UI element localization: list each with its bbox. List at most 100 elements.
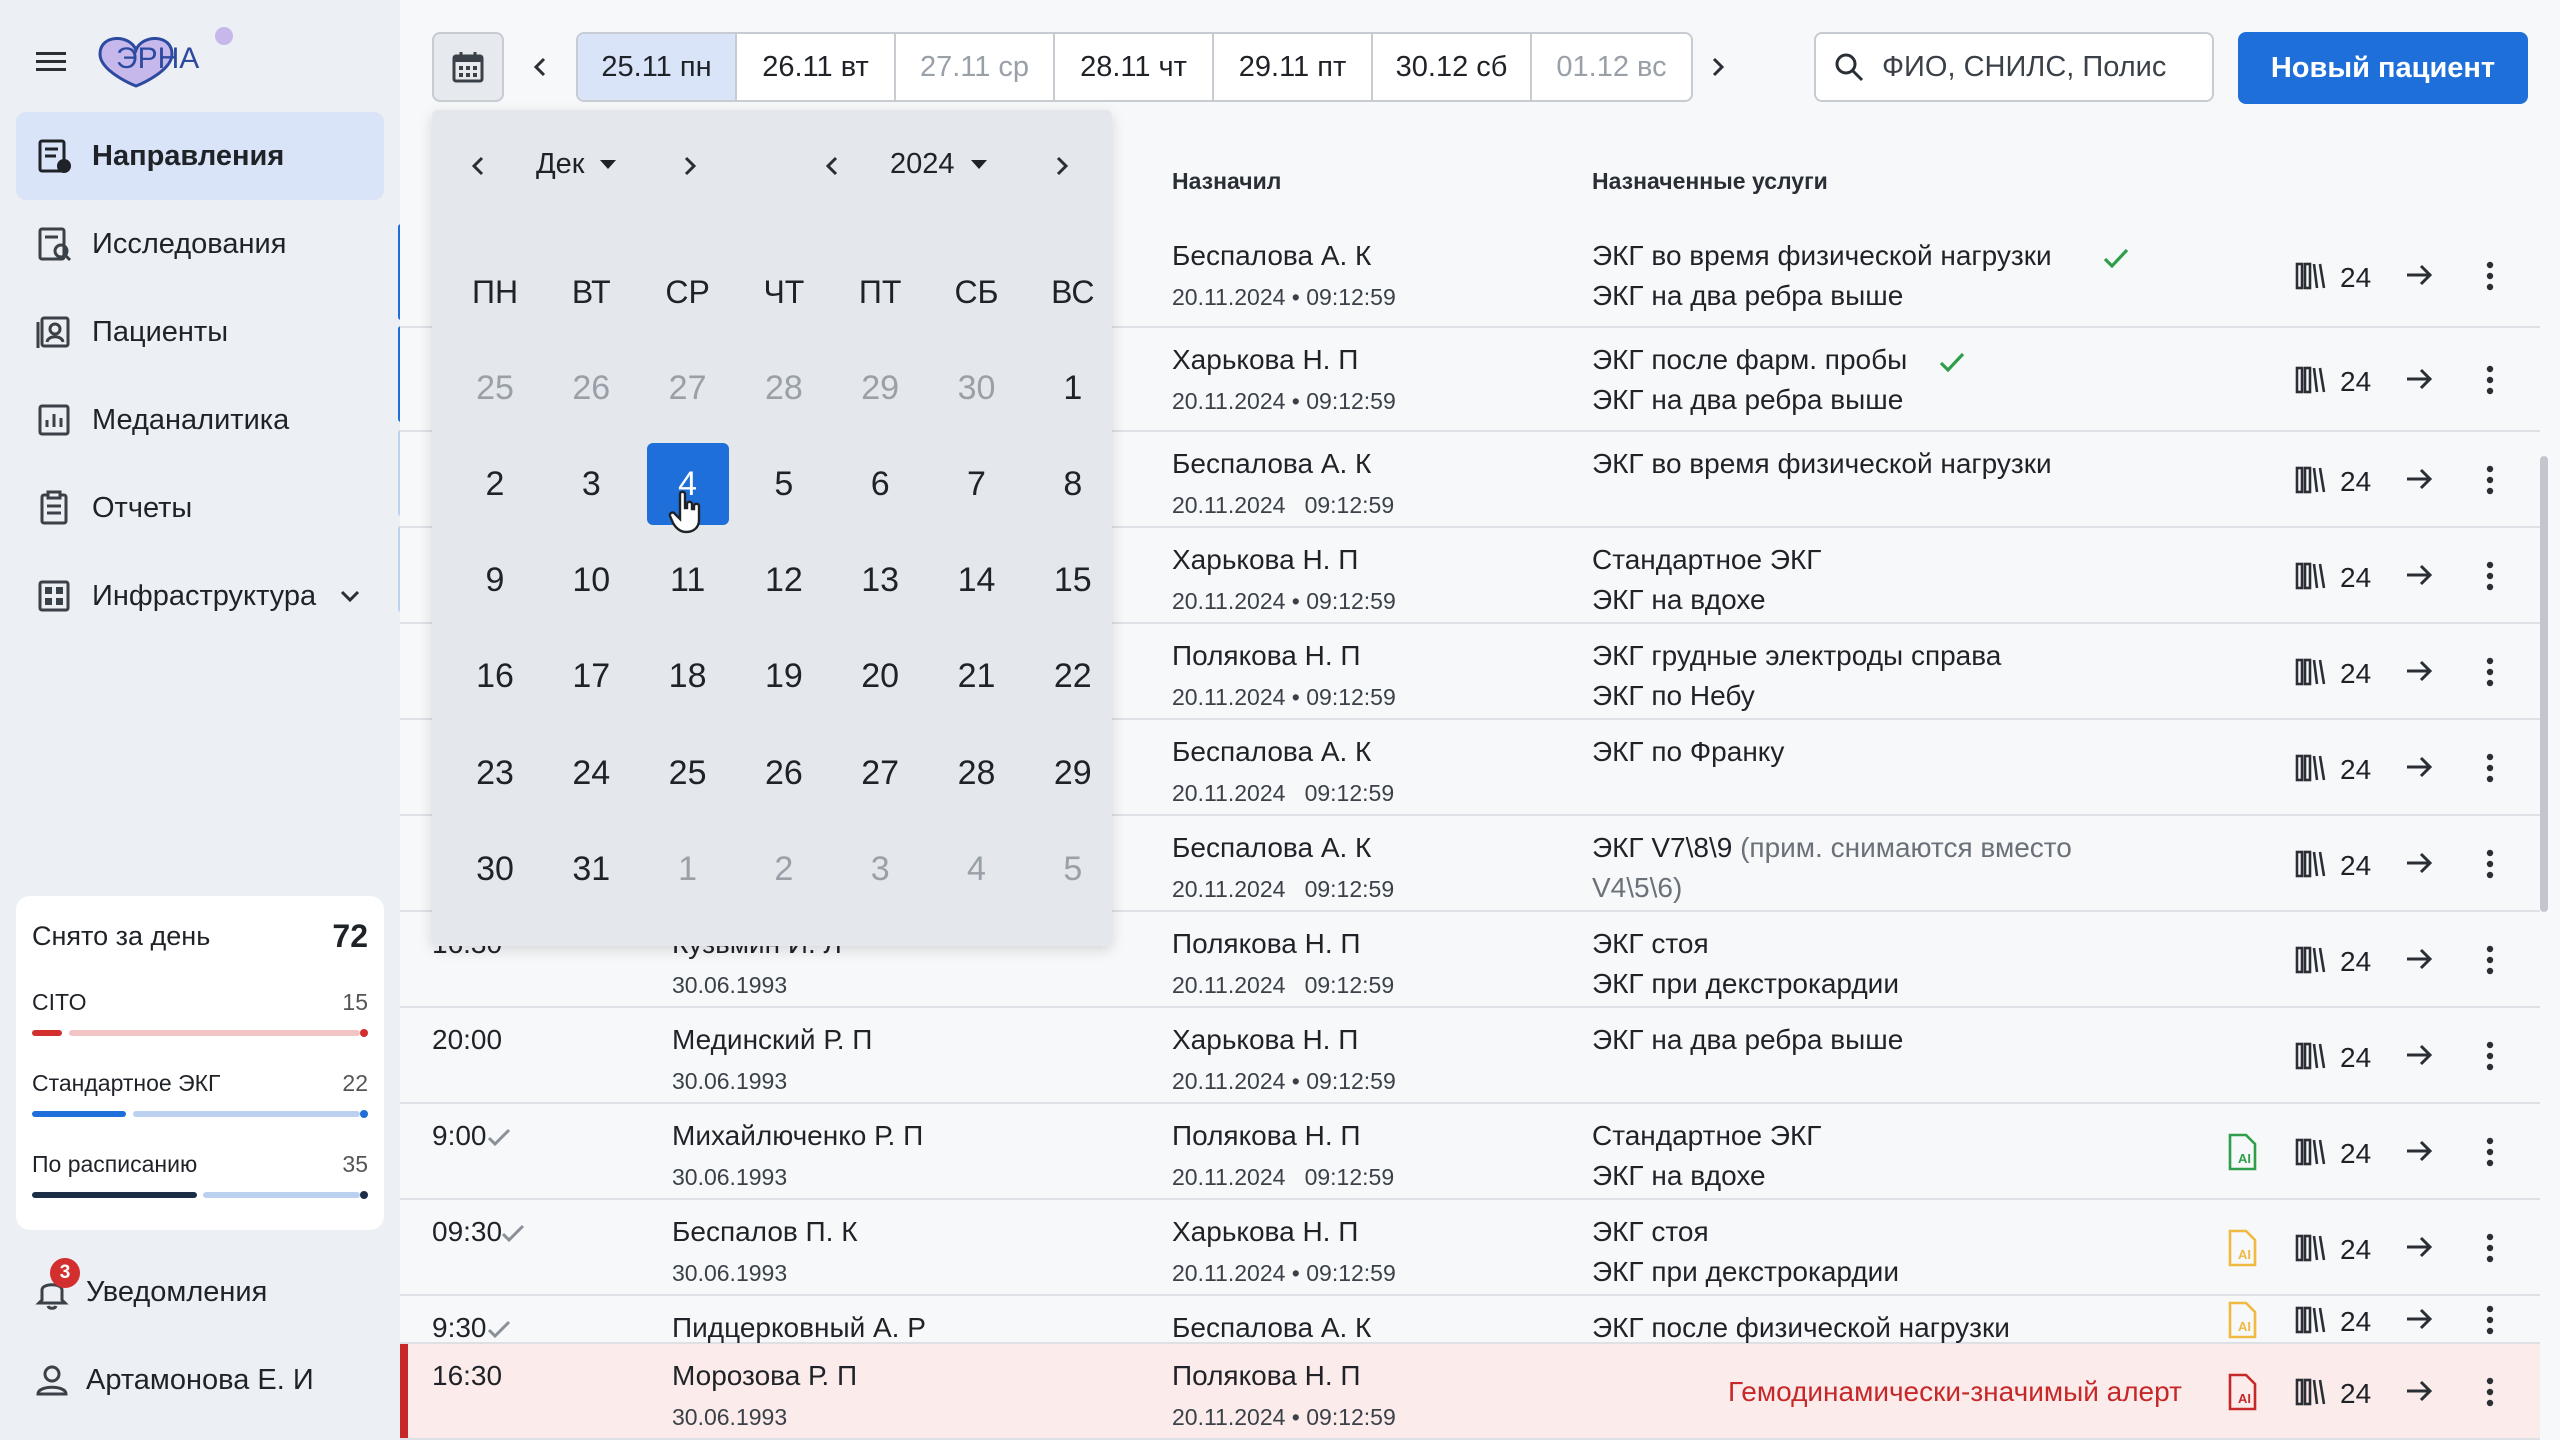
calendar-day[interactable]: 10: [550, 540, 632, 622]
calendar-day[interactable]: 3: [839, 829, 921, 911]
day-tab[interactable]: 27.11 ср: [896, 34, 1055, 100]
month-select[interactable]: Дек: [536, 148, 617, 181]
sidebar-item-analytics[interactable]: Меданалитика: [16, 376, 384, 464]
day-tab[interactable]: 26.11 вт: [737, 34, 896, 100]
more-actions-icon[interactable]: [2484, 654, 2496, 690]
row-patient-name[interactable]: Пидцерковный А. Р: [672, 1312, 926, 1344]
calendar-day[interactable]: 27: [647, 347, 729, 429]
day-tab[interactable]: 30.12 сб: [1373, 34, 1532, 100]
notifications-item[interactable]: 3 Уведомления: [32, 1258, 267, 1312]
calendar-day[interactable]: 16: [454, 636, 536, 718]
calendar-day[interactable]: 21: [936, 636, 1018, 718]
calendar-day[interactable]: 19: [743, 636, 825, 718]
more-actions-icon[interactable]: [2484, 258, 2496, 294]
more-actions-icon[interactable]: [2484, 1374, 2496, 1410]
open-arrow-icon[interactable]: [2402, 258, 2436, 292]
calendar-day[interactable]: 28: [743, 347, 825, 429]
calendar-day[interactable]: 2: [454, 443, 536, 525]
row-patient-name[interactable]: Морозова Р. П: [672, 1360, 857, 1392]
open-arrow-icon[interactable]: [2402, 942, 2436, 976]
more-actions-icon[interactable]: [2484, 1302, 2496, 1338]
table-row[interactable]: 9:30 Пидцерковный А. Р Беспалова А. К ЭКГ п…: [400, 1296, 2540, 1344]
table-row[interactable]: 9:00 Михайлюченко Р. П 30.06.1993 Полякова …: [400, 1104, 2540, 1200]
open-arrow-icon[interactable]: [2402, 1038, 2436, 1072]
calendar-day[interactable]: 11: [647, 540, 729, 622]
open-arrow-icon[interactable]: [2402, 1374, 2436, 1408]
ai-report-icon[interactable]: AI: [2226, 1372, 2260, 1412]
app-logo[interactable]: ЭРНА: [90, 24, 240, 96]
chevron-down-icon[interactable]: [334, 580, 366, 612]
open-arrow-icon[interactable]: [2402, 1134, 2436, 1168]
open-arrow-icon[interactable]: [2402, 1302, 2436, 1336]
calendar-day[interactable]: 26: [743, 732, 825, 814]
calendar-day[interactable]: 27: [839, 732, 921, 814]
more-actions-icon[interactable]: [2484, 362, 2496, 398]
row-patient-name[interactable]: Мединский Р. П: [672, 1024, 872, 1056]
open-arrow-icon[interactable]: [2402, 558, 2436, 592]
calendar-day[interactable]: 12: [743, 540, 825, 622]
calendar-day[interactable]: 25: [647, 732, 729, 814]
calendar-day[interactable]: 1: [647, 829, 729, 911]
open-arrow-icon[interactable]: [2402, 362, 2436, 396]
calendar-toggle-button[interactable]: [432, 32, 504, 102]
more-actions-icon[interactable]: [2484, 1038, 2496, 1074]
calendar-day[interactable]: 26: [550, 347, 632, 429]
calendar-day[interactable]: 13: [839, 540, 921, 622]
calendar-day[interactable]: 8: [1032, 443, 1114, 525]
calendar-day[interactable]: 25: [454, 347, 536, 429]
calendar-day[interactable]: 29: [839, 347, 921, 429]
open-arrow-icon[interactable]: [2402, 846, 2436, 880]
table-scrollbar[interactable]: [2540, 456, 2548, 912]
calendar-day[interactable]: 5: [1032, 829, 1114, 911]
next-days-button[interactable]: [1692, 38, 1744, 96]
open-arrow-icon[interactable]: [2402, 750, 2436, 784]
sidebar-item-studies[interactable]: Исследования: [16, 200, 384, 288]
more-actions-icon[interactable]: [2484, 1134, 2496, 1170]
table-row[interactable]: 20:00 Мединский Р. П 30.06.1993 Харькова Н.…: [400, 1008, 2540, 1104]
day-tab[interactable]: 28.11 чт: [1055, 34, 1214, 100]
more-actions-icon[interactable]: [2484, 846, 2496, 882]
menu-icon[interactable]: [30, 40, 74, 84]
table-row-alert[interactable]: 16:30 Морозова Р. П 30.06.1993 Полякова Н. …: [400, 1344, 2540, 1440]
sidebar-item-patients[interactable]: Пациенты: [16, 288, 384, 376]
calendar-day[interactable]: 1: [1032, 347, 1114, 429]
calendar-day[interactable]: 2: [743, 829, 825, 911]
calendar-day[interactable]: 4: [936, 829, 1018, 911]
row-patient-name[interactable]: Михайлюченко Р. П: [672, 1120, 923, 1152]
calendar-day[interactable]: 14: [936, 540, 1018, 622]
open-arrow-icon[interactable]: [2402, 654, 2436, 688]
day-tab[interactable]: 25.11 пн: [578, 34, 737, 100]
row-patient-name[interactable]: Беспалов П. К: [672, 1216, 858, 1248]
calendar-day[interactable]: 6: [839, 443, 921, 525]
search-input[interactable]: [1880, 49, 2180, 85]
calendar-day[interactable]: 30: [936, 347, 1018, 429]
more-actions-icon[interactable]: [2484, 750, 2496, 786]
day-tab[interactable]: 29.11 пт: [1214, 34, 1373, 100]
calendar-day[interactable]: 18: [647, 636, 729, 718]
sidebar-item-reports[interactable]: Отчеты: [16, 464, 384, 552]
open-arrow-icon[interactable]: [2402, 462, 2436, 496]
user-profile-item[interactable]: Артамонова Е. И: [32, 1360, 314, 1400]
year-select[interactable]: 2024: [890, 148, 987, 181]
calendar-day[interactable]: 30: [454, 829, 536, 911]
calendar-day[interactable]: 24: [550, 732, 632, 814]
next-year-button[interactable]: [1040, 144, 1084, 188]
sidebar-item-infrastructure[interactable]: Инфраструктура: [16, 552, 384, 640]
calendar-day[interactable]: 9: [454, 540, 536, 622]
new-patient-button[interactable]: Новый пациент: [2238, 32, 2528, 104]
calendar-day[interactable]: 22: [1032, 636, 1114, 718]
ai-report-icon[interactable]: AI: [2226, 1228, 2260, 1268]
day-tab[interactable]: 01.12 вс: [1532, 34, 1691, 100]
prev-days-button[interactable]: [514, 38, 566, 96]
calendar-day[interactable]: 23: [454, 732, 536, 814]
sidebar-item-referrals[interactable]: Направления: [16, 112, 384, 200]
calendar-day[interactable]: 28: [936, 732, 1018, 814]
table-row[interactable]: 09:30 Беспалов П. К 30.06.1993 Харькова Н. …: [400, 1200, 2540, 1296]
calendar-day[interactable]: 3: [550, 443, 632, 525]
patient-search[interactable]: [1814, 32, 2214, 102]
calendar-day[interactable]: 17: [550, 636, 632, 718]
more-actions-icon[interactable]: [2484, 1230, 2496, 1266]
open-arrow-icon[interactable]: [2402, 1230, 2436, 1264]
more-actions-icon[interactable]: [2484, 558, 2496, 594]
ai-report-icon[interactable]: AI: [2226, 1300, 2260, 1340]
